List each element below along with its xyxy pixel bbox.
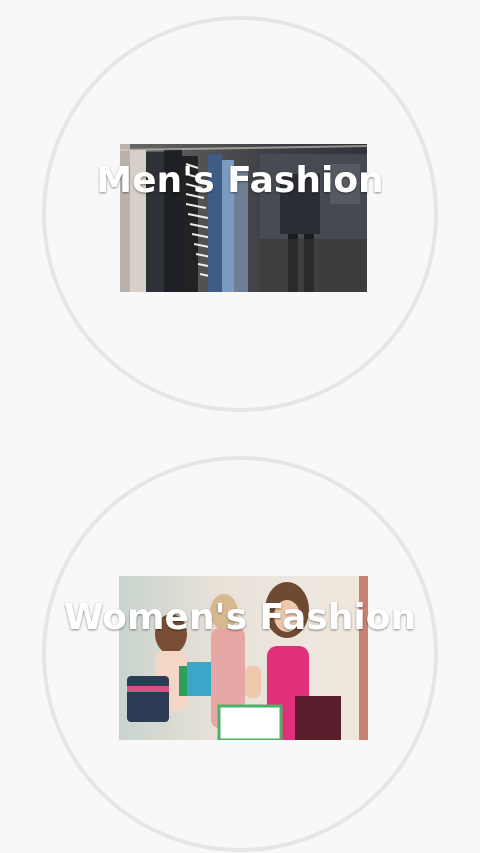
womens-fashion-card[interactable]: Women's Fashion [42,456,438,852]
fashion-category-screen: Men's Fashion Women's Fashion [0,0,480,853]
womens-fashion-label: Women's Fashion [63,597,417,638]
mens-fashion-card[interactable]: Men's Fashion [42,16,438,412]
mens-fashion-label: Men's Fashion [96,160,384,201]
